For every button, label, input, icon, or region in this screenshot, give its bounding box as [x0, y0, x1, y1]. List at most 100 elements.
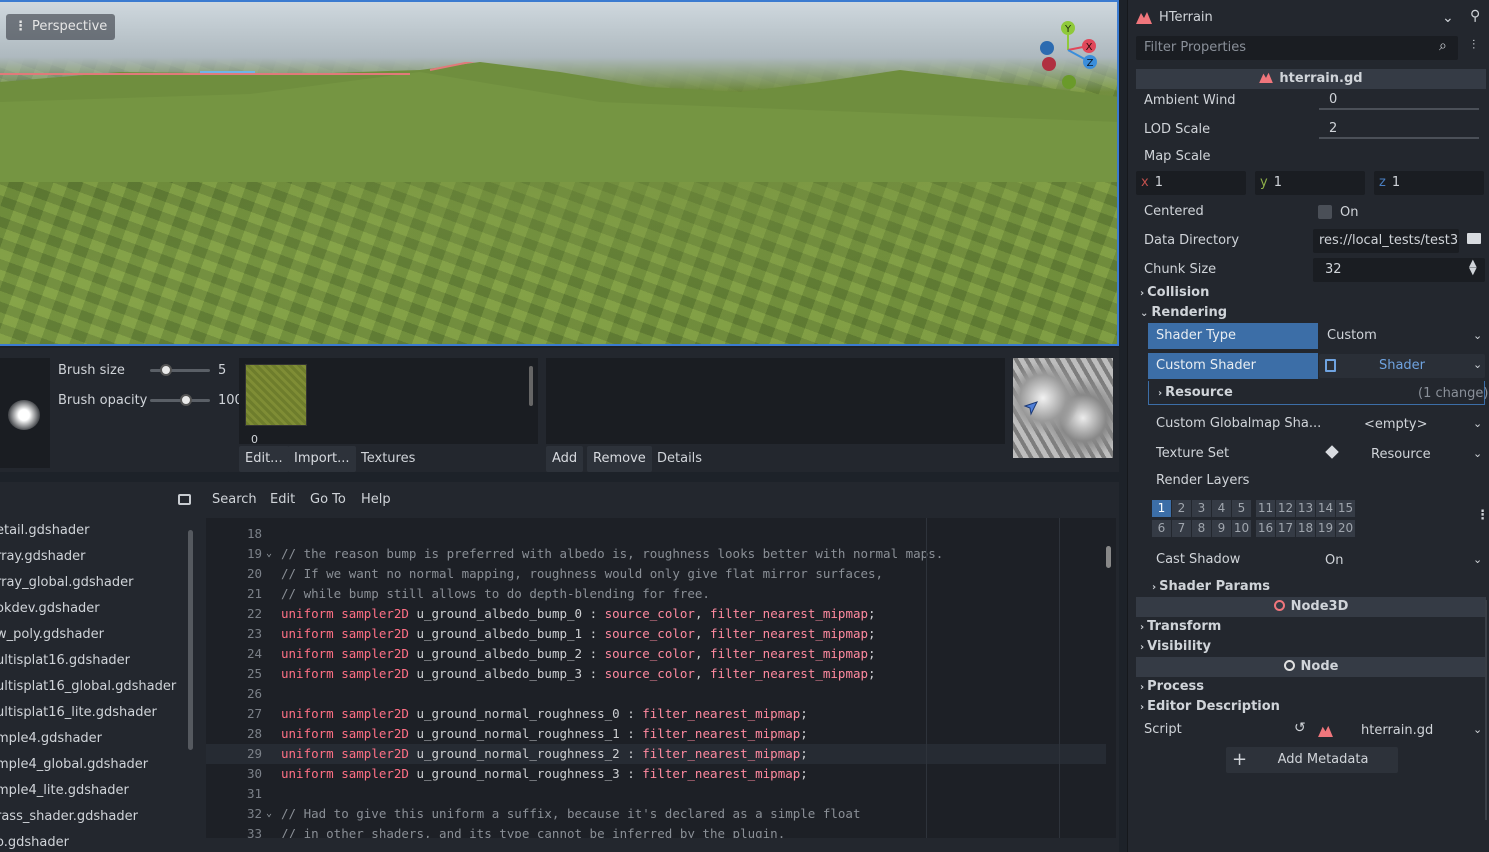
texture-list-scrollbar[interactable] [529, 366, 533, 406]
code-line[interactable]: 26 [206, 684, 1106, 704]
code-line[interactable]: 30 uniform sampler2D u_ground_normal_roug… [206, 764, 1106, 784]
texture-set-value[interactable]: Resource [1371, 447, 1431, 462]
cast-shadow-chevron-icon[interactable]: ⌄ [1473, 553, 1482, 566]
node-section-header[interactable]: Node [1136, 657, 1486, 677]
menu-search[interactable]: Search [212, 492, 257, 507]
render-layer-4[interactable]: 4 [1212, 500, 1231, 517]
script-section-header[interactable]: hterrain.gd [1136, 69, 1486, 89]
render-layer-9[interactable]: 9 [1212, 520, 1231, 537]
custom-globalmap-value[interactable]: <empty> [1364, 417, 1428, 432]
code-line[interactable]: 20 // If we want no normal mapping, rough… [206, 564, 1106, 584]
code-line[interactable]: 19 ⌄ // the reason bump is preferred with … [206, 544, 1106, 564]
lod-scale-slider[interactable] [1319, 137, 1479, 139]
add-metadata-button[interactable]: + Add Metadata [1226, 747, 1398, 773]
map-scale-y[interactable]: y1 [1255, 171, 1365, 195]
import-textures-button[interactable]: Import... [288, 446, 356, 472]
code-line[interactable]: 25 uniform sampler2D u_ground_albedo_bump… [206, 664, 1106, 684]
file-item[interactable]: o.gdshader [0, 830, 190, 852]
filter-options-icon[interactable]: ⫶ [1472, 38, 1475, 53]
code-line[interactable]: 29 uniform sampler2D u_ground_normal_roug… [206, 744, 1106, 764]
render-layer-5[interactable]: 5 [1232, 500, 1251, 517]
fold-chevron-icon[interactable]: ⌄ [266, 804, 272, 824]
toggle-scripts-panel-icon[interactable] [178, 494, 191, 505]
script-file-list[interactable]: etail.gdshader rray.gdshader rray_global… [0, 518, 190, 852]
spin-arrows-icon[interactable]: ▲ ▼ [1469, 259, 1477, 277]
texture-thumbnail[interactable] [245, 364, 307, 426]
visibility-category[interactable]: › Visibility [1140, 637, 1211, 657]
code-line[interactable]: 33 // in other shaders, and its type cann… [206, 824, 1106, 838]
orientation-gizmo[interactable]: Y X Z [1030, 18, 1110, 93]
file-item[interactable]: mple4_global.gdshader [0, 752, 190, 778]
brush-opacity-knob[interactable] [180, 393, 192, 406]
code-line[interactable]: 24 uniform sampler2D u_ground_albedo_bump… [206, 644, 1106, 664]
render-layer-15[interactable]: 15 [1336, 500, 1355, 517]
object-properties-icon[interactable]: ⚲ [1470, 8, 1480, 24]
lod-scale-value[interactable]: 2 [1329, 121, 1337, 136]
perspective-menu-button[interactable]: ⋮ Perspective [6, 14, 116, 40]
menu-help[interactable]: Help [361, 492, 391, 507]
file-item[interactable]: mple4_lite.gdshader [0, 778, 190, 804]
layers-more-icon[interactable]: ⋮ [1476, 508, 1489, 523]
brush-size-knob[interactable] [160, 363, 172, 376]
render-layer-17[interactable]: 17 [1276, 520, 1295, 537]
gizmo-neg-x-axis[interactable] [1042, 57, 1056, 71]
code-line[interactable]: 32 ⌄ // Had to give this uniform a suffix,… [206, 804, 1106, 824]
transform-category[interactable]: › Transform [1140, 617, 1221, 637]
code-line[interactable]: 23 uniform sampler2D u_ground_albedo_bump… [206, 624, 1106, 644]
code-line[interactable]: 27 uniform sampler2D u_ground_normal_roug… [206, 704, 1106, 724]
file-item[interactable]: w_poly.gdshader [0, 622, 190, 648]
custom-shader-picker[interactable]: Shader [1319, 354, 1485, 378]
resource-category[interactable]: › Resource [1158, 383, 1233, 403]
brush-shape-preview[interactable] [0, 358, 50, 468]
gizmo-neg-z-axis[interactable] [1040, 41, 1054, 55]
render-layer-7[interactable]: 7 [1172, 520, 1191, 537]
brush-opacity-slider[interactable] [150, 393, 210, 406]
file-list-scrollbar[interactable] [188, 530, 193, 750]
render-layer-10[interactable]: 10 [1232, 520, 1251, 537]
brush-size-slider[interactable] [150, 363, 210, 376]
gizmo-neg-y-axis[interactable] [1062, 75, 1076, 89]
map-scale-z[interactable]: z1 [1374, 171, 1484, 195]
render-layer-16[interactable]: 16 [1256, 520, 1275, 537]
render-layer-11[interactable]: 11 [1256, 500, 1275, 517]
remove-detail-button[interactable]: Remove [587, 446, 652, 472]
shader-type-dropdown[interactable]: Custom [1319, 324, 1485, 348]
code-line[interactable]: 28 uniform sampler2D u_ground_normal_roug… [206, 724, 1106, 744]
code-line[interactable]: 22 uniform sampler2D u_ground_albedo_bump… [206, 604, 1106, 624]
code-line[interactable]: 31 [206, 784, 1106, 804]
ambient-wind-slider[interactable] [1319, 108, 1479, 110]
render-layer-20[interactable]: 20 [1336, 520, 1355, 537]
render-layer-3[interactable]: 3 [1192, 500, 1211, 517]
ambient-wind-value[interactable]: 0 [1329, 92, 1337, 107]
collision-category[interactable]: › Collision [1140, 283, 1209, 303]
globalmap-chevron-icon[interactable]: ⌄ [1473, 417, 1482, 430]
editor-description-category[interactable]: › Editor Description [1140, 697, 1280, 717]
render-layer-8[interactable]: 8 [1192, 520, 1211, 537]
centered-checkbox[interactable] [1318, 205, 1332, 219]
node-history-chevron-icon[interactable]: ⌄ [1442, 10, 1454, 26]
menu-go-to[interactable]: Go To [310, 492, 346, 507]
3d-viewport[interactable]: ⋮ Perspective Y X Z [0, 0, 1119, 346]
file-item[interactable]: ultisplat16.gdshader [0, 648, 190, 674]
menu-edit[interactable]: Edit [270, 492, 295, 507]
process-category[interactable]: › Process [1140, 677, 1204, 697]
folder-icon[interactable] [1467, 233, 1481, 244]
file-item[interactable]: etail.gdshader [0, 518, 190, 544]
render-layer-13[interactable]: 13 [1296, 500, 1315, 517]
file-item[interactable]: ultisplat16_lite.gdshader [0, 700, 190, 726]
texture-list[interactable]: 0 [239, 358, 538, 446]
shader-params-category[interactable]: › Shader Params [1152, 577, 1270, 597]
render-layer-1[interactable]: 1 [1152, 500, 1171, 517]
code-scrollbar[interactable] [1106, 546, 1111, 568]
file-item[interactable]: okdev.gdshader [0, 596, 190, 622]
texture-set-chevron-icon[interactable]: ⌄ [1473, 447, 1482, 460]
script-chevron-icon[interactable]: ⌄ [1473, 723, 1482, 736]
file-item[interactable]: rray_global.gdshader [0, 570, 190, 596]
chunk-size-spinbox[interactable]: 32 [1313, 258, 1485, 282]
file-item[interactable]: mple4.gdshader [0, 726, 190, 752]
file-item[interactable]: ultisplat16_global.gdshader [0, 674, 190, 700]
render-layer-14[interactable]: 14 [1316, 500, 1335, 517]
render-layer-18[interactable]: 18 [1296, 520, 1315, 537]
map-scale-x[interactable]: x1 [1136, 171, 1246, 195]
code-line[interactable]: 21 // while bump still allows to do depth… [206, 584, 1106, 604]
